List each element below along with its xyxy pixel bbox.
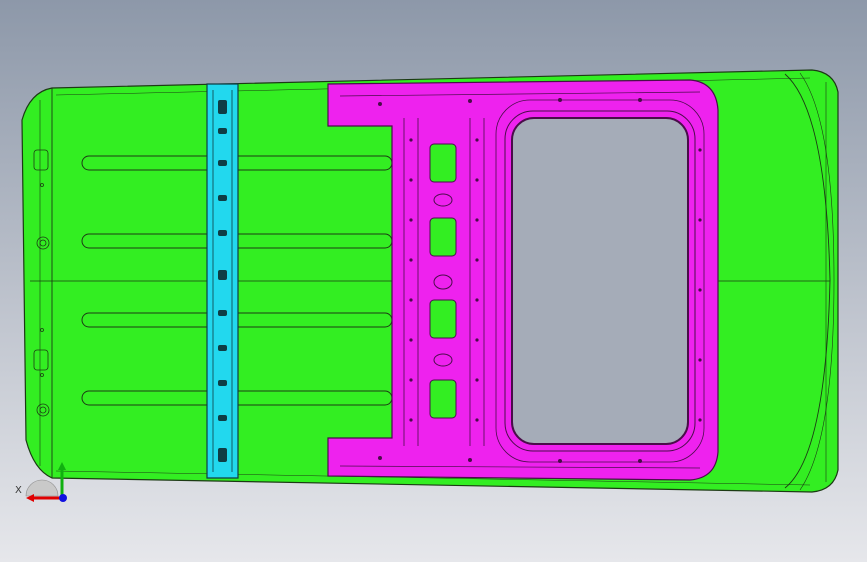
y-axis-head (58, 462, 66, 470)
triad-axes (25, 462, 67, 502)
cad-viewport[interactable]: X (0, 0, 867, 562)
z-axis-dot (59, 494, 67, 502)
orientation-triad: X (12, 458, 74, 508)
sunroof-opening (511, 117, 689, 445)
x-axis-label: X (15, 485, 22, 496)
roof-assembly-model[interactable] (0, 0, 867, 562)
roof-crossmember[interactable] (206, 83, 239, 479)
